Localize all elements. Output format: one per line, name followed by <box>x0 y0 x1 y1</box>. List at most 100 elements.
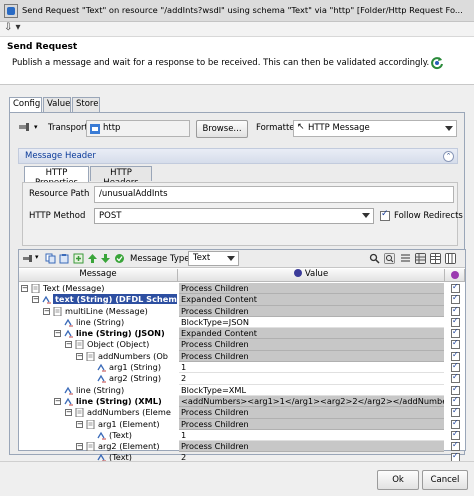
include-checkbox[interactable] <box>451 293 460 305</box>
include-checkbox[interactable] <box>451 384 460 395</box>
include-checkbox[interactable] <box>451 372 460 384</box>
paste-icon[interactable] <box>59 253 70 264</box>
find-in-tree-icon[interactable] <box>384 253 395 264</box>
tool-dropdown-icon[interactable]: ▾ <box>35 253 39 261</box>
include-checkbox[interactable] <box>451 395 460 406</box>
column-header-value[interactable]: Value <box>178 269 445 282</box>
string-field-icon <box>97 363 106 372</box>
tree-node-value[interactable]: Process Children <box>179 441 444 453</box>
include-checkbox[interactable] <box>451 440 460 452</box>
include-checkbox[interactable] <box>451 350 460 361</box>
columns-view-icon[interactable] <box>445 253 456 264</box>
tree-row[interactable]: arg1 (String) 1 <box>19 361 465 374</box>
include-checkbox[interactable] <box>451 282 460 293</box>
resource-path-value: /unusualAddInts <box>99 189 168 199</box>
move-down-icon[interactable] <box>100 253 111 264</box>
collapse-toggle-icon[interactable]: − <box>32 296 39 304</box>
tab-http-properties[interactable]: HTTP Properties <box>24 166 89 188</box>
copy-icon[interactable] <box>45 253 56 264</box>
tab-store[interactable]: Store <box>72 97 100 112</box>
tree-row[interactable]: − line (String) (JSON) Expanded Content <box>19 327 465 340</box>
list-view-icon[interactable] <box>400 253 411 264</box>
ok-button[interactable]: Ok <box>377 470 419 490</box>
transport-icon[interactable] <box>18 122 30 132</box>
tree-node-value[interactable]: BlockType=XML <box>179 385 444 396</box>
http-method-select[interactable]: POST <box>94 208 374 224</box>
element-node-icon <box>86 419 95 429</box>
browse-button[interactable]: Browse... <box>196 120 248 138</box>
collapse-toggle-icon[interactable]: − <box>76 443 83 451</box>
column-header-include[interactable] <box>445 269 465 282</box>
cancel-button[interactable]: Cancel <box>422 470 468 490</box>
collapse-toggle-icon[interactable]: − <box>65 409 72 417</box>
tree-row[interactable]: line (String) BlockType=JSON <box>19 316 465 329</box>
tree-node-value[interactable]: Process Children <box>179 305 444 317</box>
tree-node-value[interactable]: Process Children <box>179 350 444 363</box>
add-node-icon[interactable] <box>73 253 84 264</box>
tree-row[interactable]: − Text (Message) Process Children <box>19 282 465 295</box>
include-checkbox[interactable] <box>451 406 460 418</box>
include-checkbox[interactable] <box>451 429 460 440</box>
tab-http-headers[interactable]: HTTP Headers <box>90 166 152 188</box>
grid-view-icon[interactable] <box>415 253 426 264</box>
follow-redirects-checkbox[interactable] <box>380 209 390 221</box>
collapse-toggle-icon[interactable]: − <box>76 352 83 360</box>
tree-node-value[interactable]: Process Children <box>179 339 444 351</box>
include-checkbox[interactable] <box>451 361 460 373</box>
http-properties-panel: Resource Path /unusualAddInts HTTP Metho… <box>22 182 463 246</box>
tree-node-value[interactable]: Process Children <box>179 407 444 419</box>
tree-row[interactable]: − arg1 (Element) Process Children <box>19 418 465 430</box>
tree-row[interactable]: − multiLine (Message) Process Children <box>19 305 465 317</box>
tree-row[interactable]: − text (String) (DFDL Schema) Expanded C… <box>19 293 465 306</box>
column-header-message[interactable]: Message <box>19 269 178 282</box>
tree-node-value[interactable]: Process Children <box>179 418 444 430</box>
tree-node-label: Object (Object) <box>87 339 150 350</box>
formatter-select[interactable]: HTTP Message <box>293 120 457 137</box>
validate-icon[interactable] <box>114 253 125 264</box>
tree-node-value[interactable]: <addNumbers><arg1>1</arg1><arg2>2</arg2>… <box>179 395 444 408</box>
tab-value[interactable]: Value <box>43 97 71 112</box>
transport-dropdown-arrow-icon[interactable]: ▾ <box>34 123 38 131</box>
tree-node-value[interactable]: 1 <box>179 362 444 374</box>
transport-tool-icon[interactable] <box>22 253 33 264</box>
resource-path-input[interactable]: /unusualAddInts <box>94 186 454 203</box>
formatter-value: HTTP Message <box>308 123 370 133</box>
refresh-icon[interactable] <box>430 56 444 70</box>
table-view-icon[interactable] <box>430 253 441 264</box>
message-header-section[interactable]: Message Header ⌃ <box>18 148 458 164</box>
collapse-icon[interactable]: ⌃ <box>443 151 454 162</box>
tree-row[interactable]: arg2 (String) 2 <box>19 372 465 385</box>
tree-node-value[interactable]: 2 <box>179 373 444 385</box>
system-menu-button[interactable]: ⇩ ▾ <box>4 22 21 33</box>
collapse-toggle-icon[interactable]: − <box>54 330 61 338</box>
tree-node-value[interactable]: BlockType=JSON <box>179 317 444 329</box>
tab-config[interactable]: Config <box>9 97 42 113</box>
value-type-icon <box>293 269 302 277</box>
include-checkbox[interactable] <box>451 316 460 327</box>
collapse-toggle-icon[interactable]: − <box>21 285 28 292</box>
tree-row[interactable]: − arg2 (Element) Process Children <box>19 440 465 453</box>
include-checkbox[interactable] <box>451 305 460 316</box>
tree-node-value[interactable]: Expanded Content <box>179 328 444 340</box>
include-checkbox[interactable] <box>451 418 460 429</box>
move-up-icon[interactable] <box>87 253 98 264</box>
tree-row[interactable]: − Object (Object) Process Children <box>19 338 465 351</box>
collapse-toggle-icon[interactable]: − <box>65 341 72 349</box>
tree-row[interactable]: line (String) BlockType=XML <box>19 384 465 396</box>
tree-row[interactable]: − addNumbers (Eleme Process Children <box>19 406 465 419</box>
collapse-toggle-icon[interactable]: − <box>54 397 61 405</box>
tree-node-value[interactable]: Expanded Content <box>179 294 444 306</box>
include-checkbox[interactable] <box>451 327 460 339</box>
message-type-select[interactable]: Text <box>188 251 239 266</box>
tree-node-value[interactable]: Process Children <box>179 283 444 295</box>
tree-row[interactable]: − addNumbers (Ob Process Children <box>19 350 465 363</box>
tree-node-label: multiLine (Message) <box>65 305 148 316</box>
tree-row[interactable]: − line (String) (XML) <addNumbers><arg1>… <box>19 395 465 408</box>
search-icon[interactable] <box>369 253 380 264</box>
tree-node-label: line (String) <box>76 384 125 395</box>
collapse-toggle-icon[interactable]: − <box>43 307 50 315</box>
tree-row[interactable]: (Text) 1 <box>19 429 465 442</box>
tree-node-value[interactable]: 1 <box>179 430 444 442</box>
collapse-toggle-icon[interactable]: − <box>76 420 83 428</box>
include-checkbox[interactable] <box>451 338 460 350</box>
